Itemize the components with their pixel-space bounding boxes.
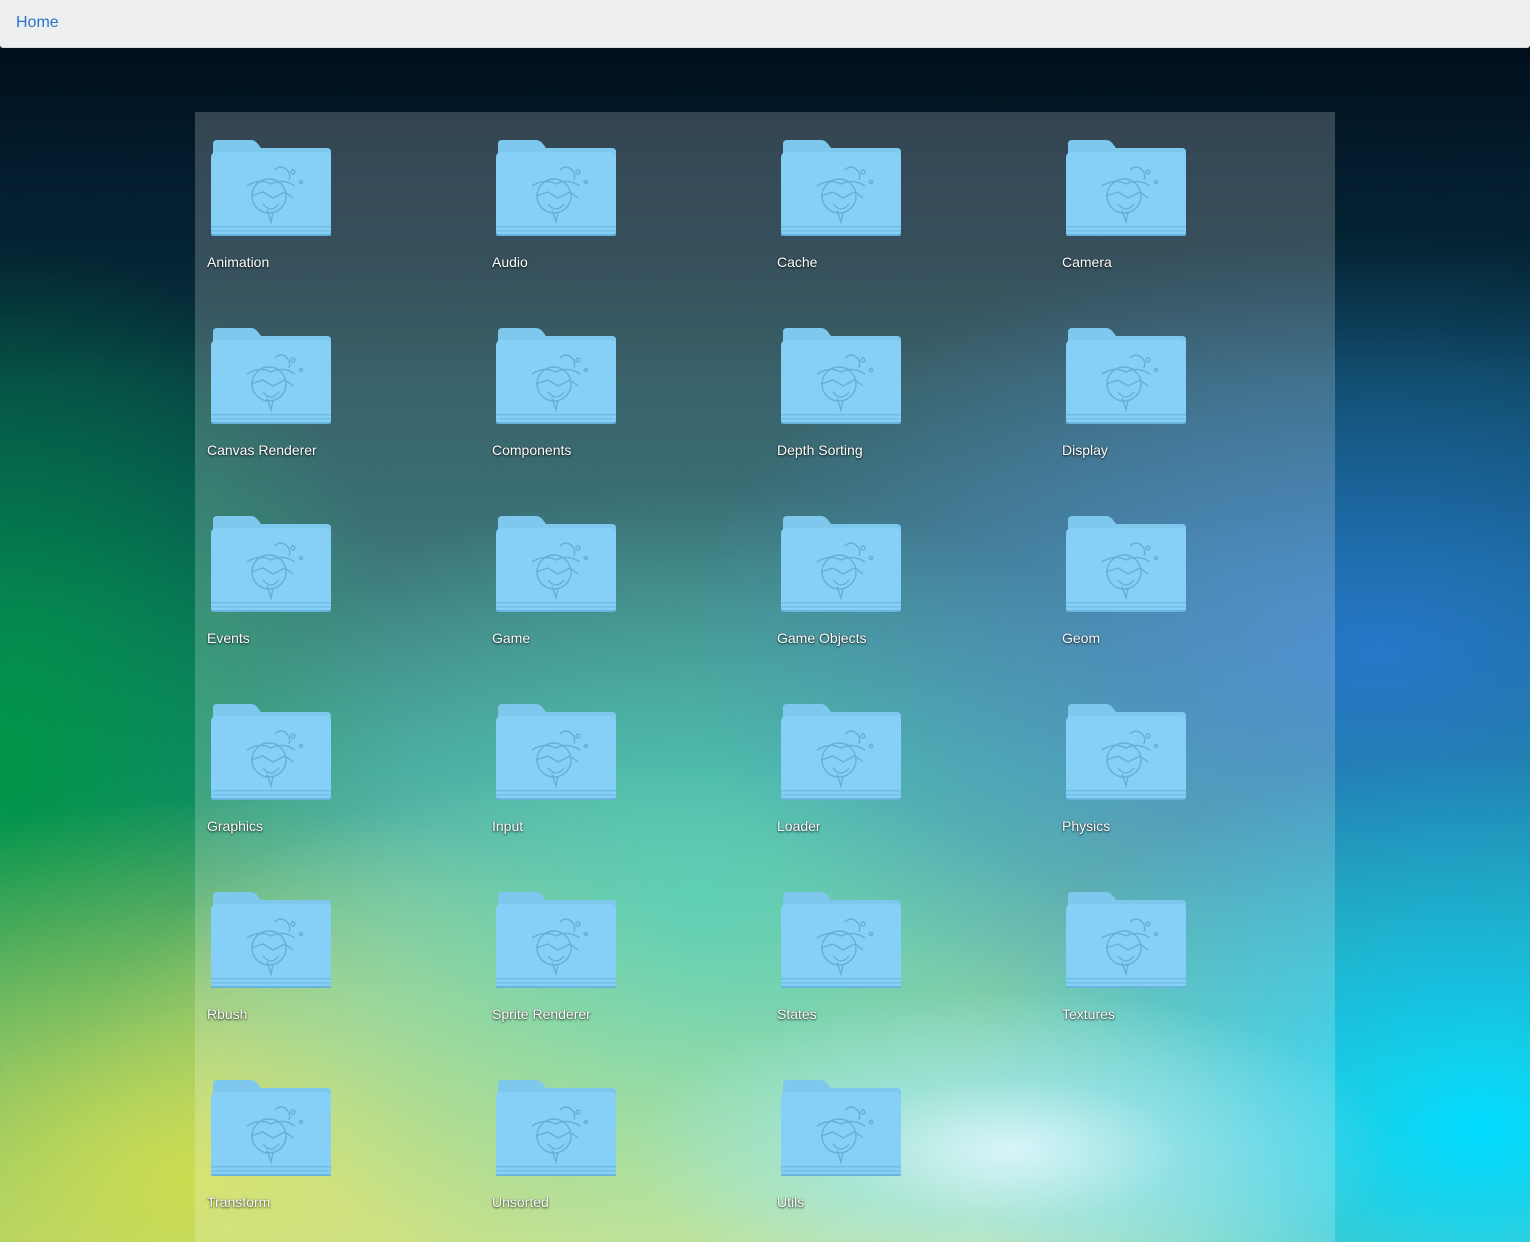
folder-item-camera[interactable]: Camera	[1062, 140, 1347, 328]
folder-label: Transform	[207, 1194, 271, 1210]
folder-label: Components	[492, 442, 572, 458]
folder-item-input[interactable]: Input	[492, 704, 777, 892]
folder-label: Depth Sorting	[777, 442, 863, 458]
folder-item-depth-sorting[interactable]: Depth Sorting	[777, 328, 1062, 516]
folder-item-physics[interactable]: Physics	[1062, 704, 1347, 892]
folder-icon[interactable]	[1066, 892, 1186, 990]
folder-item-states[interactable]: States	[777, 892, 1062, 1080]
folder-label: Events	[207, 630, 250, 646]
folder-item-textures[interactable]: Textures	[1062, 892, 1347, 1080]
folder-icon[interactable]	[496, 1080, 616, 1178]
folder-icon[interactable]	[781, 328, 901, 426]
folder-item-transform[interactable]: Transform	[207, 1080, 492, 1242]
folder-icon[interactable]	[211, 328, 331, 426]
folder-label: Display	[1062, 442, 1108, 458]
folder-item-display[interactable]: Display	[1062, 328, 1347, 516]
folder-icon[interactable]	[1066, 704, 1186, 802]
folder-item-game[interactable]: Game	[492, 516, 777, 704]
folder-item-loader[interactable]: Loader	[777, 704, 1062, 892]
folder-icon[interactable]	[496, 892, 616, 990]
folder-item-geom[interactable]: Geom	[1062, 516, 1347, 704]
folder-label: Textures	[1062, 1006, 1115, 1022]
folder-icon[interactable]	[496, 516, 616, 614]
folder-item-utils[interactable]: Utils	[777, 1080, 1062, 1242]
folder-label: Canvas Renderer	[207, 442, 317, 458]
folder-item-audio[interactable]: Audio	[492, 140, 777, 328]
folder-label: Rbush	[207, 1006, 248, 1022]
folder-icon[interactable]	[1066, 516, 1186, 614]
folder-panel: Animation Audio Cache Camera Canvas Rend…	[195, 112, 1335, 1242]
folder-icon[interactable]	[211, 704, 331, 802]
folder-icon[interactable]	[1066, 328, 1186, 426]
folder-item-canvas-renderer[interactable]: Canvas Renderer	[207, 328, 492, 516]
folder-label: Physics	[1062, 818, 1111, 834]
folder-item-unsorted[interactable]: Unsorted	[492, 1080, 777, 1242]
folder-label: Cache	[777, 254, 818, 270]
folder-icon[interactable]	[781, 140, 901, 238]
folder-icon[interactable]	[211, 892, 331, 990]
folder-icon[interactable]	[496, 704, 616, 802]
folder-icon[interactable]	[781, 892, 901, 990]
folder-icon[interactable]	[781, 516, 901, 614]
folder-label: States	[777, 1006, 817, 1022]
folder-label: Unsorted	[492, 1194, 549, 1210]
folder-label: Camera	[1062, 254, 1112, 270]
home-link[interactable]: Home	[16, 14, 59, 32]
folder-icon[interactable]	[781, 704, 901, 802]
folder-item-components[interactable]: Components	[492, 328, 777, 516]
folder-item-graphics[interactable]: Graphics	[207, 704, 492, 892]
folder-item-events[interactable]: Events	[207, 516, 492, 704]
folder-item-cache[interactable]: Cache	[777, 140, 1062, 328]
folder-grid: Animation Audio Cache Camera Canvas Rend…	[207, 140, 1347, 1242]
folder-icon[interactable]	[211, 516, 331, 614]
folder-icon[interactable]	[781, 1080, 901, 1178]
folder-icon[interactable]	[496, 328, 616, 426]
folder-item-animation[interactable]: Animation	[207, 140, 492, 328]
folder-label: Audio	[492, 254, 528, 270]
folder-label: Sprite Renderer	[492, 1006, 591, 1022]
folder-label: Loader	[777, 818, 821, 834]
folder-icon[interactable]	[211, 1080, 331, 1178]
top-navbar: Home	[0, 0, 1530, 48]
folder-label: Animation	[207, 254, 270, 270]
folder-item-game-objects[interactable]: Game Objects	[777, 516, 1062, 704]
folder-icon[interactable]	[496, 140, 616, 238]
folder-item-sprite-renderer[interactable]: Sprite Renderer	[492, 892, 777, 1080]
folder-label: Utils	[777, 1194, 805, 1210]
folder-item-rbush[interactable]: Rbush	[207, 892, 492, 1080]
folder-label: Input	[492, 818, 524, 834]
folder-label: Game Objects	[777, 630, 867, 646]
folder-icon[interactable]	[1066, 140, 1186, 238]
folder-label: Graphics	[207, 818, 264, 834]
folder-icon[interactable]	[211, 140, 331, 238]
folder-label: Geom	[1062, 630, 1101, 646]
folder-label: Game	[492, 630, 531, 646]
